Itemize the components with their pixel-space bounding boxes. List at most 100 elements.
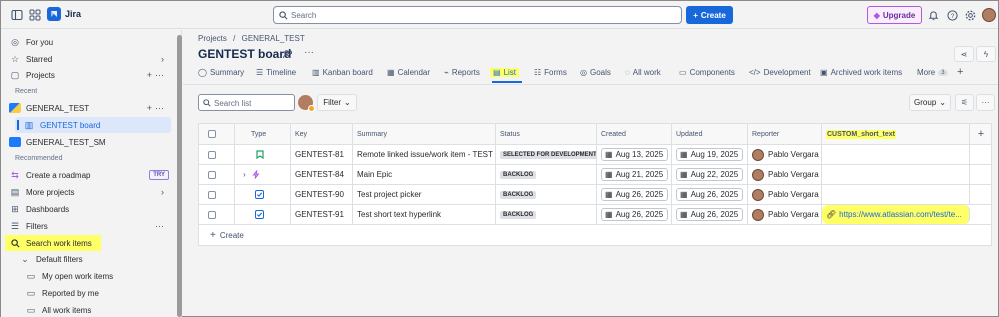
- filter-button[interactable]: Filter ⌄: [317, 94, 357, 111]
- recommended-section-label: Recommended: [15, 155, 63, 162]
- jira-logo-icon[interactable]: [47, 7, 61, 21]
- table-row[interactable]: › GENTEST-84 Main Epic BACKLOG ▦ Aug 21, …: [199, 165, 991, 185]
- list-icon: ▤: [493, 68, 501, 77]
- sidebar-item-default-filters[interactable]: ⌄ Default filters: [15, 251, 182, 267]
- status-badge[interactable]: BACKLOG: [500, 170, 537, 179]
- column-header-reporter[interactable]: Reporter: [748, 124, 822, 144]
- list-search-input[interactable]: Search list: [198, 94, 295, 111]
- more-options-icon[interactable]: ···: [155, 70, 164, 80]
- status-badge[interactable]: BACKLOG: [500, 210, 537, 219]
- table-row[interactable]: GENTEST-90 Test project picker BACKLOG ▦…: [199, 185, 991, 205]
- notifications-bell-icon[interactable]: [926, 8, 940, 22]
- sidebar-item-search-work-items[interactable]: Search work items: [5, 235, 101, 251]
- updated-date-text: Aug 19, 2025: [690, 150, 739, 159]
- share-button[interactable]: ⋖: [954, 46, 974, 62]
- select-all-checkbox[interactable]: [208, 130, 216, 138]
- row-checkbox[interactable]: [208, 150, 216, 159]
- team-icon[interactable]: [283, 49, 293, 62]
- tab-reports[interactable]: ⌁ Reports: [444, 68, 480, 77]
- help-icon[interactable]: ?: [945, 8, 959, 22]
- tab-summary[interactable]: ◯ Summary: [198, 68, 244, 77]
- tab-list[interactable]: ▤ List: [490, 68, 520, 77]
- custom-short-text-cell[interactable]: 🔗︎ https://www.atlassian.com/test/te...: [822, 205, 970, 224]
- tab-archived-work-items[interactable]: ▣ Archived work items: [820, 68, 902, 77]
- add-plus-icon[interactable]: +: [147, 103, 152, 113]
- work-item-summary[interactable]: Test short text hyperlink: [357, 210, 441, 219]
- tab-timeline[interactable]: ☰ Timeline: [256, 68, 296, 77]
- upgrade-button[interactable]: ◆ Upgrade: [867, 6, 922, 24]
- tab-development[interactable]: </> Development: [749, 68, 811, 77]
- tab-calendar[interactable]: ▦ Calendar: [387, 68, 430, 77]
- sidebar-item-for-you[interactable]: ◎ For you: [5, 34, 172, 50]
- work-item-key[interactable]: GENTEST-84: [295, 170, 344, 179]
- status-badge[interactable]: BACKLOG: [500, 190, 537, 199]
- add-project-plus-icon[interactable]: +: [147, 70, 152, 80]
- custom-short-text-link[interactable]: https://www.atlassian.com/test/te...: [839, 210, 962, 219]
- work-item-key[interactable]: GENTEST-91: [295, 210, 344, 219]
- work-item-summary[interactable]: Remote linked issue/work item - TEST: [357, 150, 493, 159]
- sidebar-item-dashboards[interactable]: ⊞ Dashboards: [5, 201, 172, 217]
- app-switcher-icon[interactable]: [28, 8, 42, 22]
- work-item-summary[interactable]: Test project picker: [357, 190, 421, 199]
- tab-more[interactable]: More 3: [917, 68, 948, 77]
- row-checkbox[interactable]: [208, 210, 216, 219]
- profile-avatar[interactable]: [982, 8, 996, 22]
- sidebar-item-more-projects[interactable]: ▤ More projects ›: [5, 184, 172, 200]
- global-search-input[interactable]: Search: [273, 6, 682, 24]
- sidebar-item-filters[interactable]: ☰ Filters ···: [5, 218, 172, 234]
- group-button[interactable]: Group ⌄: [909, 94, 951, 111]
- group-button-label: Group: [914, 98, 937, 107]
- sidebar-item-projects[interactable]: ▢ Projects + ···: [5, 67, 172, 83]
- user-filter-avatar[interactable]: [298, 95, 315, 112]
- sidebar-item-create-roadmap[interactable]: ⇆ Create a roadmap TRY: [5, 167, 172, 183]
- sidebar-item-all-work-items[interactable]: ▭ All work items: [21, 302, 188, 317]
- projects-icon: ▢: [10, 69, 20, 80]
- breadcrumb-projects[interactable]: Projects: [198, 34, 227, 43]
- tab-components[interactable]: ▭ Components: [679, 68, 735, 77]
- more-options-icon[interactable]: ···: [155, 103, 164, 113]
- work-item-key[interactable]: GENTEST-81: [295, 150, 344, 159]
- tab-kanban-board[interactable]: ▥ Kanban board: [312, 68, 373, 77]
- column-header-status[interactable]: Status: [496, 124, 597, 144]
- settings-gear-icon[interactable]: [963, 8, 977, 22]
- work-item-key[interactable]: GENTEST-90: [295, 190, 344, 199]
- more-options-button[interactable]: ···: [976, 94, 995, 111]
- add-column-plus-icon[interactable]: +: [970, 124, 992, 144]
- row-checkbox[interactable]: [208, 170, 216, 179]
- tab-forms[interactable]: ☷ Forms: [534, 68, 567, 77]
- column-header-summary[interactable]: Summary: [353, 124, 496, 144]
- sidebar-item-starred[interactable]: ☆ Starred ›: [5, 51, 172, 67]
- breadcrumb-project[interactable]: GENERAL_TEST: [242, 34, 305, 43]
- column-header-custom-short-text[interactable]: CUSTOM_short_text: [822, 124, 970, 144]
- status-badge[interactable]: SELECTED FOR DEVELOPMENT: [500, 150, 596, 159]
- updated-date: ▦ Aug 26, 2025: [676, 188, 744, 201]
- row-checkbox[interactable]: [208, 190, 216, 199]
- sidebar-item-gentest-board[interactable]: ▥ GENTEST board: [15, 117, 171, 133]
- column-header-updated[interactable]: Updated: [672, 124, 748, 144]
- create-work-item-row[interactable]: + Create: [199, 225, 991, 245]
- table-row[interactable]: GENTEST-91 Test short text hyperlink BAC…: [199, 205, 991, 225]
- more-options-icon[interactable]: ···: [155, 221, 164, 231]
- add-tab-plus-icon[interactable]: +: [957, 66, 963, 78]
- sidebar-item-my-open-work-items[interactable]: ▭ My open work items: [21, 268, 188, 284]
- app-name[interactable]: Jira: [65, 9, 81, 19]
- table-row[interactable]: GENTEST-81 Remote linked issue/work item…: [199, 145, 991, 165]
- view-settings-button[interactable]: ⚟: [955, 94, 974, 111]
- column-header-created[interactable]: Created: [597, 124, 672, 144]
- expand-chevron-icon[interactable]: ›: [243, 170, 246, 179]
- sidebar-item-project-general-test[interactable]: GENERAL_TEST + ···: [5, 100, 172, 116]
- work-item-summary[interactable]: Main Epic: [357, 170, 392, 179]
- create-button[interactable]: + Create: [686, 6, 733, 24]
- column-header-key[interactable]: Key: [291, 124, 353, 144]
- sidebar-item-reported-by-me[interactable]: ▭ Reported by me: [21, 285, 188, 301]
- tab-goals[interactable]: ◎ Goals: [580, 68, 611, 77]
- tab-all-work[interactable]: ◌ All work: [625, 68, 661, 77]
- sidebar-scrollbar[interactable]: [177, 35, 182, 317]
- sidebar-toggle-icon[interactable]: [10, 8, 24, 22]
- header-select-all[interactable]: [199, 124, 235, 144]
- updated-date-text: Aug 22, 2025: [690, 170, 739, 179]
- sidebar-item-project-general-test-sm[interactable]: GENERAL_TEST_SM: [5, 134, 172, 150]
- more-actions-icon[interactable]: ···: [304, 47, 314, 58]
- automation-button[interactable]: ϟ: [976, 46, 996, 62]
- column-header-type[interactable]: Type: [235, 124, 291, 144]
